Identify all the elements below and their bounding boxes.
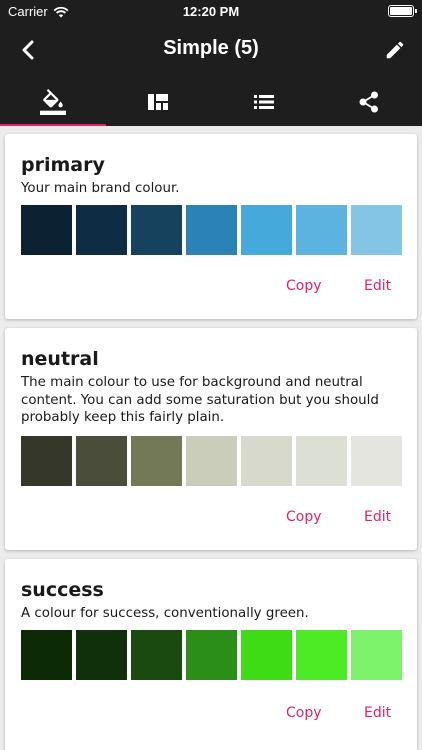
colour-swatch[interactable] [21,436,72,486]
copy-button[interactable]: Copy [286,705,322,721]
colour-swatch[interactable] [241,436,292,486]
grid-icon [148,94,169,110]
status-bar: Carrier 12:20 PM [0,0,422,22]
colour-swatch[interactable] [131,205,182,255]
pencil-icon [386,41,404,59]
card-description: Your main brand colour. [21,181,180,196]
swatch-row [21,205,402,255]
edit-button[interactable]: Edit [364,509,391,525]
colour-swatch[interactable] [21,630,72,680]
card-title: neutral [21,348,99,370]
list-icon [253,95,274,109]
clock: 12:20 PM [182,4,240,19]
colour-swatch[interactable] [351,205,402,255]
card-title: success [21,579,104,601]
tab-list[interactable] [211,78,317,126]
colour-swatch[interactable] [21,205,72,255]
edit-button[interactable]: Edit [364,278,391,294]
tab-grid[interactable] [106,78,212,126]
tab-bar [0,78,422,126]
card-title: primary [21,154,105,176]
app-bar: Simple (5) [0,22,422,78]
colour-swatch[interactable] [131,630,182,680]
paint-bucket-icon [39,89,66,115]
share-icon [359,91,379,113]
colour-swatch[interactable] [186,436,237,486]
palette-list[interactable]: primary Your main brand colour. Copy Edi… [0,126,422,750]
colour-swatch[interactable] [351,436,402,486]
colour-swatch[interactable] [186,205,237,255]
colour-swatch[interactable] [296,630,347,680]
colour-swatch[interactable] [241,630,292,680]
colour-card-primary: primary Your main brand colour. Copy Edi… [5,134,417,319]
swatch-row [21,630,402,680]
tab-share[interactable] [317,78,422,126]
colour-swatch[interactable] [351,630,402,680]
page-title: Simple (5) [163,37,259,59]
colour-swatch[interactable] [76,630,127,680]
colour-card-success: success A colour for success, convention… [5,559,417,750]
colour-swatch[interactable] [296,205,347,255]
colour-card-neutral: neutral The main colour to use for backg… [5,328,417,550]
battery-icon [388,5,417,17]
copy-button[interactable]: Copy [286,509,322,525]
colour-swatch[interactable] [296,436,347,486]
edit-title-button[interactable] [380,35,410,65]
colour-swatch[interactable] [76,436,127,486]
colour-swatch[interactable] [241,205,292,255]
copy-button[interactable]: Copy [286,278,322,294]
colour-swatch[interactable] [131,436,182,486]
swatch-row [21,436,402,486]
colour-swatch[interactable] [186,630,237,680]
card-description: A colour for success, conventionally gre… [21,606,309,621]
colour-swatch[interactable] [76,205,127,255]
card-description: The main colour to use for background an… [21,375,379,425]
tab-colours[interactable] [0,78,106,126]
edit-button[interactable]: Edit [364,705,391,721]
